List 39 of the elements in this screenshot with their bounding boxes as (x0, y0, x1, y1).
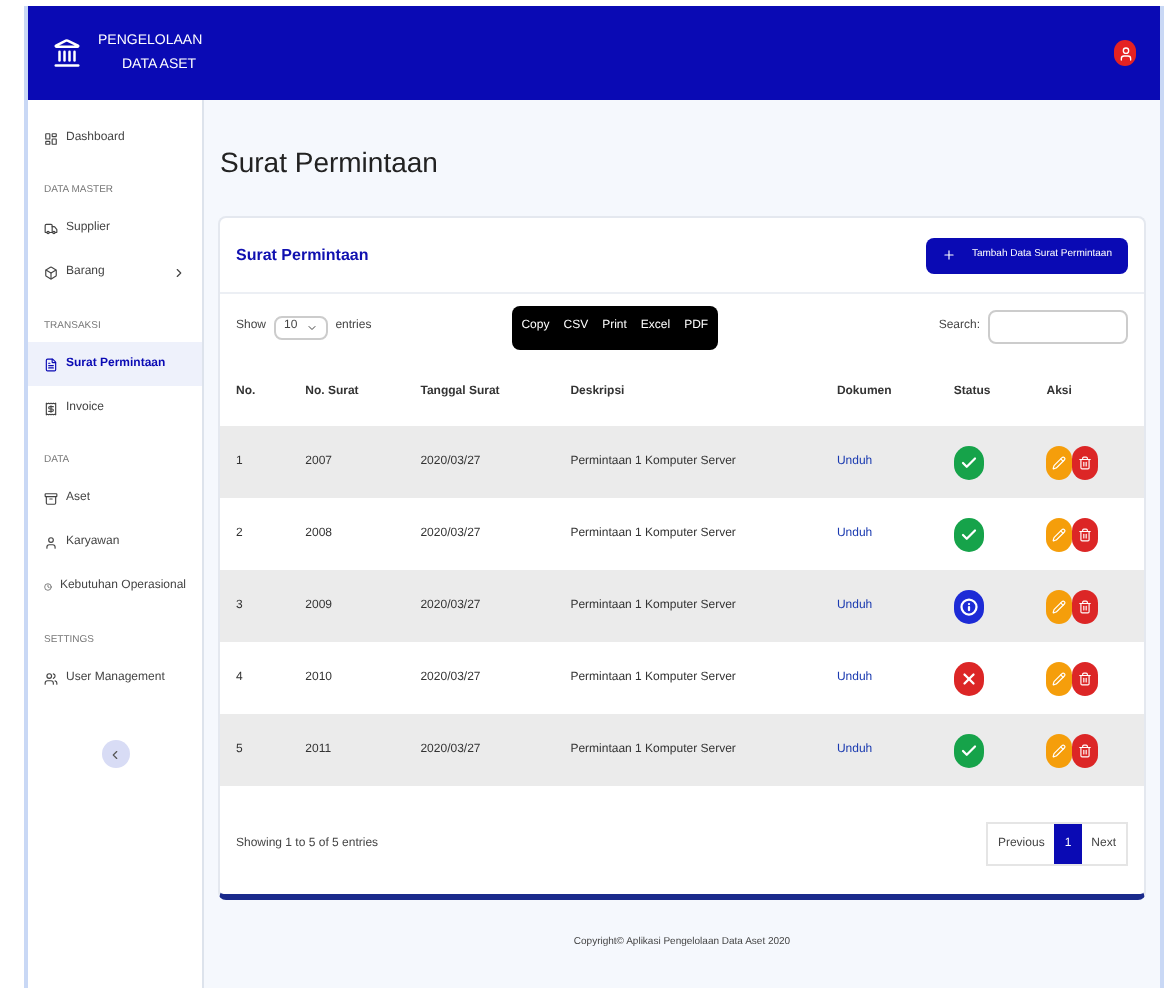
edit-button[interactable] (1046, 589, 1073, 623)
delete-button[interactable] (1072, 589, 1099, 623)
document-icon (44, 357, 58, 371)
trash-icon (1078, 671, 1093, 685)
edit-button[interactable] (1046, 661, 1073, 695)
trash-icon (1078, 743, 1093, 757)
edit-button[interactable] (1046, 445, 1073, 479)
delete-button[interactable] (1072, 661, 1099, 695)
delete-button[interactable] (1072, 517, 1099, 551)
delete-button[interactable] (1072, 733, 1099, 767)
trash-icon (1078, 455, 1093, 469)
people-icon (44, 671, 58, 685)
edit-button[interactable] (1046, 733, 1073, 767)
receipt-icon (44, 401, 58, 415)
dashboard-icon (44, 131, 58, 145)
trash-icon (1078, 527, 1093, 541)
pencil-icon (1052, 527, 1067, 541)
box-icon (44, 266, 58, 280)
pencil-icon (1052, 455, 1067, 469)
pencil-icon (1052, 671, 1067, 685)
pencil-icon (1052, 743, 1067, 757)
person-icon (44, 536, 58, 550)
plus-icon (941, 248, 956, 262)
caret-icon (305, 321, 318, 333)
search-field[interactable] (988, 310, 1128, 344)
building-icon (52, 38, 82, 68)
user-avatar-icon[interactable] (1114, 40, 1136, 66)
page-title: Surat Permintaan (218, 144, 440, 182)
delete-button[interactable] (1072, 445, 1099, 479)
chevron-left-icon (108, 747, 122, 761)
archive-icon (44, 492, 58, 506)
edit-button[interactable] (1046, 517, 1073, 551)
clock-icon (44, 580, 52, 594)
trash-icon (1078, 599, 1093, 613)
pencil-icon (1052, 599, 1067, 613)
collapse-button[interactable] (101, 740, 129, 768)
card-title: Surat Permintaan (236, 243, 369, 267)
truck-icon (44, 222, 58, 236)
person-icon (1117, 45, 1133, 61)
